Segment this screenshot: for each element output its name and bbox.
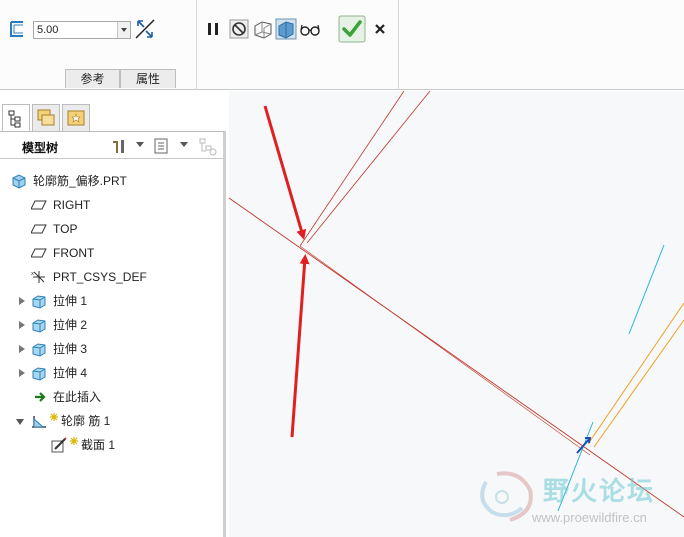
rib-edge[interactable] bbox=[593, 319, 684, 448]
watermark-logo bbox=[480, 471, 533, 522]
watermark-text: 野火论坛 bbox=[543, 477, 656, 507]
annotation-arrow bbox=[290, 254, 310, 438]
datum-line[interactable] bbox=[299, 245, 591, 456]
watermark-url: www.proewildfire.cn bbox=[532, 510, 647, 525]
datum-line[interactable] bbox=[306, 90, 431, 244]
reference-edge[interactable] bbox=[628, 244, 665, 335]
annotation-arrow bbox=[263, 105, 307, 240]
rib-edge[interactable] bbox=[587, 302, 684, 445]
direction-arrow-icon[interactable] bbox=[576, 437, 592, 454]
graphics-overlay bbox=[228, 90, 684, 522]
datum-line[interactable] bbox=[299, 90, 405, 247]
